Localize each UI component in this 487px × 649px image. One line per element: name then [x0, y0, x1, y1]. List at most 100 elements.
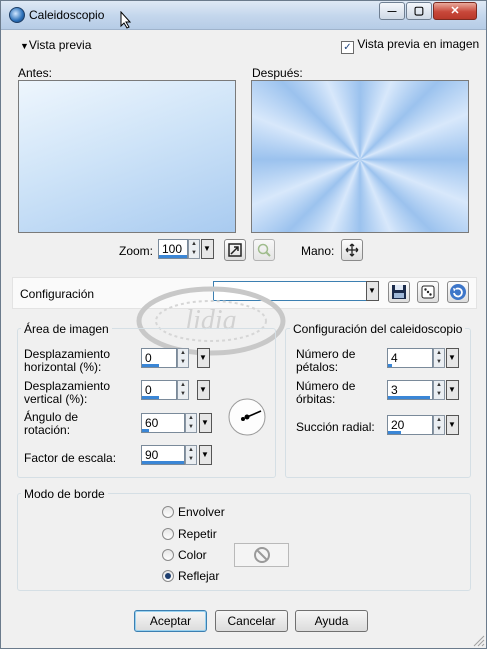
rotation-angle-bar — [142, 429, 150, 432]
orbits-value: 3 — [391, 383, 398, 397]
chevron-down-icon: ▼ — [448, 353, 456, 362]
zoom-field[interactable]: 100 — [158, 239, 188, 259]
chevron-down-icon: ▼ — [201, 450, 209, 459]
horizontal-offset-stepper[interactable]: ▲ ▼ — [177, 348, 189, 368]
no-color-icon — [254, 547, 270, 563]
horizontal-offset-field[interactable]: 0 — [141, 348, 177, 368]
down-arrow-icon: ▼ — [436, 359, 442, 365]
dice-icon — [421, 285, 435, 299]
after-preview-image[interactable] — [251, 80, 469, 233]
chevron-down-icon: ▼ — [448, 420, 456, 429]
zoom-stepper[interactable]: ▲ ▼ — [188, 239, 200, 259]
border-mode-group — [17, 493, 471, 591]
horizontal-offset-bar — [142, 364, 159, 367]
radio-wrap[interactable] — [162, 506, 174, 518]
zoom-dropdown-button[interactable]: ▼ — [201, 239, 214, 259]
radial-suction-field[interactable]: 20 — [387, 415, 433, 435]
image-preview-checkbox[interactable]: ✓ Vista previa en imagen — [341, 37, 479, 54]
up-arrow-icon: ▲ — [188, 447, 194, 453]
radial-suction-dropdown[interactable]: ▼ — [446, 415, 459, 435]
vertical-offset-stepper[interactable]: ▲ ▼ — [177, 380, 189, 400]
reflect-label[interactable]: Reflejar — [178, 569, 219, 583]
petals-field[interactable]: 4 — [387, 348, 433, 368]
help-button[interactable]: Ayuda — [295, 610, 368, 632]
random-config-button[interactable] — [417, 281, 439, 303]
scale-factor-dropdown[interactable]: ▼ — [199, 445, 212, 465]
scale-factor-label: Factor de escala: — [24, 451, 117, 465]
radial-suction-bar — [388, 431, 402, 434]
orbits-stepper[interactable]: ▲ ▼ — [433, 380, 445, 400]
rotation-angle-stepper[interactable]: ▲ ▼ — [185, 413, 197, 433]
up-arrow-icon: ▲ — [436, 417, 442, 423]
before-label: Antes: — [18, 66, 53, 80]
orbits-bar — [388, 396, 430, 399]
zoom-label: Zoom: — [119, 244, 154, 258]
undo-icon — [450, 284, 466, 300]
rotation-angle-value: 60 — [145, 416, 159, 430]
orbits-dropdown[interactable]: ▼ — [446, 380, 459, 400]
zoom-value: 100 — [162, 242, 183, 256]
ok-button[interactable]: Aceptar — [134, 610, 207, 632]
vertical-offset-value: 0 — [145, 383, 152, 397]
down-arrow-icon: ▼ — [188, 424, 194, 430]
config-label: Configuración — [20, 287, 95, 301]
save-config-button[interactable] — [388, 281, 410, 303]
app-icon — [9, 7, 25, 23]
up-arrow-icon: ▲ — [191, 241, 197, 247]
radio-reflect[interactable] — [162, 570, 174, 582]
preview-toggle[interactable]: ▼Vista previa — [20, 38, 91, 52]
zoom-tool-button[interactable] — [253, 239, 275, 261]
config-dropdown-button[interactable]: ▼ — [366, 281, 379, 301]
down-arrow-icon: ▼ — [180, 391, 186, 397]
border-color-swatch[interactable] — [234, 543, 289, 567]
zoom-fit-button[interactable] — [224, 239, 246, 261]
chevron-down-icon: ▼ — [368, 286, 376, 295]
radio-color[interactable] — [162, 549, 174, 561]
horizontal-offset-dropdown[interactable]: ▼ — [197, 348, 210, 368]
rotation-angle-field[interactable]: 60 — [141, 413, 185, 433]
radio-repeat[interactable] — [162, 528, 174, 540]
vertical-offset-field[interactable]: 0 — [141, 380, 177, 400]
mouse-cursor-icon — [120, 11, 132, 29]
chevron-down-icon: ▼ — [199, 353, 207, 362]
minimize-button[interactable]: — — [379, 2, 405, 20]
hand-label: Mano: — [301, 244, 335, 258]
chevron-down-icon: ▼ — [203, 244, 211, 253]
image-preview-label: Vista previa en imagen — [357, 37, 480, 51]
scale-factor-bar — [142, 461, 184, 464]
radial-suction-stepper[interactable]: ▲ ▼ — [433, 415, 445, 435]
resize-grip-icon[interactable] — [471, 633, 485, 647]
rotation-dial[interactable] — [227, 397, 267, 437]
maximize-button[interactable]: ▢ — [406, 2, 432, 20]
checkbox-checked-icon: ✓ — [341, 41, 354, 54]
triangle-down-icon: ▼ — [20, 41, 29, 51]
minimize-icon: — — [387, 6, 397, 16]
petals-value: 4 — [391, 351, 398, 365]
chevron-down-icon: ▼ — [201, 418, 209, 427]
rotation-angle-dropdown[interactable]: ▼ — [199, 413, 212, 433]
orbits-field[interactable]: 3 — [387, 380, 433, 400]
title-bar[interactable]: Caleidoscopio — ▢ ✕ — [1, 1, 486, 30]
repeat-label[interactable]: Repetir — [178, 527, 217, 541]
close-button[interactable]: ✕ — [433, 2, 477, 20]
window-title: Caleidoscopio — [29, 8, 105, 22]
wrap-label[interactable]: Envolver — [178, 505, 225, 519]
cancel-button[interactable]: Cancelar — [215, 610, 288, 632]
floppy-disk-icon — [392, 285, 406, 299]
reset-config-button[interactable] — [447, 281, 469, 303]
color-label[interactable]: Color — [178, 548, 207, 562]
chevron-down-icon: ▼ — [448, 385, 456, 394]
up-arrow-icon: ▲ — [180, 350, 186, 356]
pan-tool-button[interactable] — [341, 239, 363, 261]
down-arrow-icon: ▼ — [436, 426, 442, 432]
scale-factor-stepper[interactable]: ▲ ▼ — [185, 445, 197, 465]
vertical-offset-dropdown[interactable]: ▼ — [197, 380, 210, 400]
horizontal-offset-label: Desplazamiento horizontal (%): — [24, 347, 111, 374]
down-arrow-icon: ▼ — [188, 456, 194, 462]
petals-stepper[interactable]: ▲ ▼ — [433, 348, 445, 368]
petals-dropdown[interactable]: ▼ — [446, 348, 459, 368]
scale-factor-field[interactable]: 90 — [141, 445, 185, 465]
move-arrows-icon — [345, 243, 359, 257]
border-mode-title: Modo de borde — [21, 487, 108, 501]
up-arrow-icon: ▲ — [436, 382, 442, 388]
